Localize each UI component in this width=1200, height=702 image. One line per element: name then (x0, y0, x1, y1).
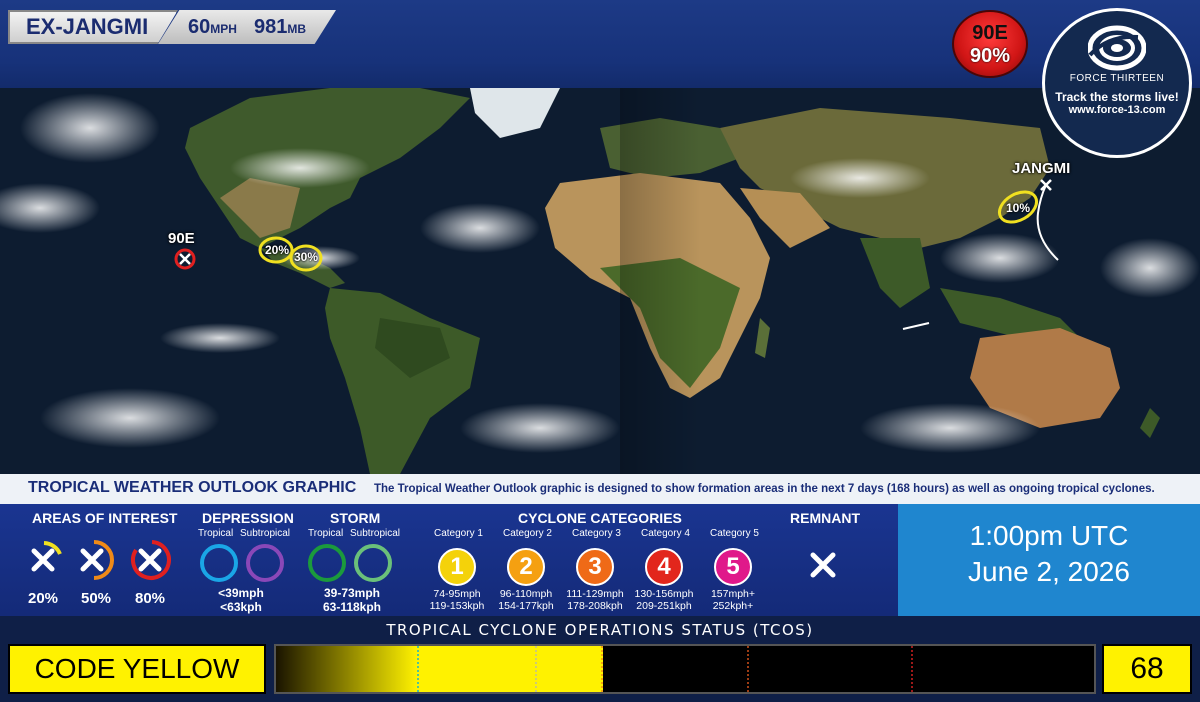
category-2-icon: 2 (507, 548, 545, 586)
storm-subtropical-label: Subtropical (350, 528, 401, 539)
category-5-icon: 5 (714, 548, 752, 586)
remnant-icon (810, 552, 836, 578)
category-1-label: Category 1 (434, 528, 483, 539)
map-graphic (0, 88, 1200, 474)
legend-panel: AREAS OF INTEREST 20% 50% 80% DEPRESSION… (0, 504, 898, 616)
header-bar: 60MPH 981MB EX-JANGMI 90E 90% FORCE THIR… (0, 0, 1200, 158)
tcos-code-label: CODE YELLOW (8, 644, 266, 694)
cyclone-logo-icon (1088, 25, 1146, 71)
category-4-icon: 4 (645, 548, 683, 586)
timestamp-time: 1:00pm UTC (969, 520, 1129, 551)
areas-of-interest-icons (31, 540, 171, 580)
outlook-title-bar: TROPICAL WEATHER OUTLOOK GRAPHIC The Tro… (0, 474, 1200, 504)
aoi-50-label: 50% (81, 590, 112, 607)
depression-title: DEPRESSION (202, 510, 294, 526)
storm-name: EX-JANGMI (8, 10, 178, 44)
area-pct-label: 20% (265, 243, 290, 257)
aoi-80-label: 80% (135, 590, 166, 607)
storm-title: STORM (330, 510, 381, 526)
area-pct-label: 10% (1006, 201, 1031, 215)
storm-tropical-label: Tropical (308, 528, 344, 539)
storm-tag: 60MPH 981MB EX-JANGMI (8, 10, 336, 44)
storm-tropical-ring-icon (308, 544, 346, 582)
category-3-label: Category 3 (572, 528, 621, 539)
aoi-20-label: 20% (28, 590, 59, 607)
depression-subtropical-ring-icon (246, 544, 284, 582)
pressure-value: 981 (254, 16, 288, 38)
tcos-gauge (274, 644, 1096, 694)
world-satellite-map[interactable]: 90E JANGMI 20% 30% 10% (0, 88, 1200, 474)
depression-subtropical-label: Subtropical (240, 528, 291, 539)
category-5-range: 157mph+ 252kph+ (710, 588, 756, 612)
depression-range: <39mph <63kph (218, 586, 264, 614)
category-2-range: 96-110mph 154-177kph (498, 588, 554, 612)
invest-90e-label: 90E (168, 230, 195, 247)
category-5-label: Category 5 (710, 528, 759, 539)
tropical-outlook-graphic: 60MPH 981MB EX-JANGMI 90E 90% FORCE THIR… (0, 0, 1200, 702)
logo-name: FORCE THIRTEEN (1069, 73, 1165, 84)
force13-logo[interactable]: FORCE THIRTEEN Track the storms live! ww… (1042, 8, 1192, 158)
storm-subtropical-ring-icon (354, 544, 392, 582)
category-3-range: 111-129mph 178-208kph (566, 588, 624, 612)
timestamp-date: June 2, 2026 (968, 556, 1130, 587)
category-1-range: 74-95mph 119-153kph (429, 588, 485, 612)
timestamp-panel: 1:00pm UTC June 2, 2026 (898, 504, 1200, 616)
outlook-description: The Tropical Weather Outlook graphic is … (374, 483, 1155, 495)
invest-badge-name: 90E (972, 22, 1008, 44)
invest-badge-pct: 90% (969, 45, 1011, 67)
gauge-fill (417, 646, 603, 692)
area-pct-label: 30% (294, 250, 319, 264)
cyclone-categories-title: CYCLONE CATEGORIES (518, 510, 682, 526)
wind-value: 60 (188, 16, 211, 38)
storm-range: 39-73mph 63-118kph (322, 586, 382, 614)
gauge-gradient (276, 646, 417, 692)
aoi-20-icon (31, 541, 62, 572)
category-2-label: Category 2 (503, 528, 552, 539)
tcos-panel: TROPICAL CYCLONE OPERATIONS STATUS (TCOS… (0, 616, 1200, 702)
logo-tagline: Track the storms live! (1055, 90, 1179, 104)
tcos-title: TROPICAL CYCLONE OPERATIONS STATUS (TCOS… (386, 621, 814, 639)
outlook-title: TROPICAL WEATHER OUTLOOK GRAPHIC (28, 479, 357, 496)
tcos-gauge-bar (276, 646, 913, 692)
depression-tropical-label: Tropical (198, 528, 234, 539)
areas-of-interest-title: AREAS OF INTEREST (32, 510, 178, 526)
category-1-icon: 1 (438, 548, 476, 586)
aoi-50-icon (80, 540, 114, 580)
pressure-unit: MB (287, 22, 307, 36)
aoi-80-icon (130, 540, 171, 580)
depression-tropical-ring-icon (200, 544, 238, 582)
storm-stats: 60MPH 981MB (158, 10, 336, 44)
logo-url: www.force-13.com (1068, 104, 1166, 116)
invest-badge: 90E 90% (952, 10, 1028, 78)
jangmi-label: JANGMI (1012, 160, 1071, 177)
category-4-label: Category 4 (641, 528, 690, 539)
tcos-value: 68 (1102, 644, 1192, 694)
remnant-title: REMNANT (790, 510, 860, 526)
wind-unit: MPH (210, 22, 237, 36)
category-3-icon: 3 (576, 548, 614, 586)
category-4-range: 130-156mph 209-251kph (634, 588, 694, 612)
